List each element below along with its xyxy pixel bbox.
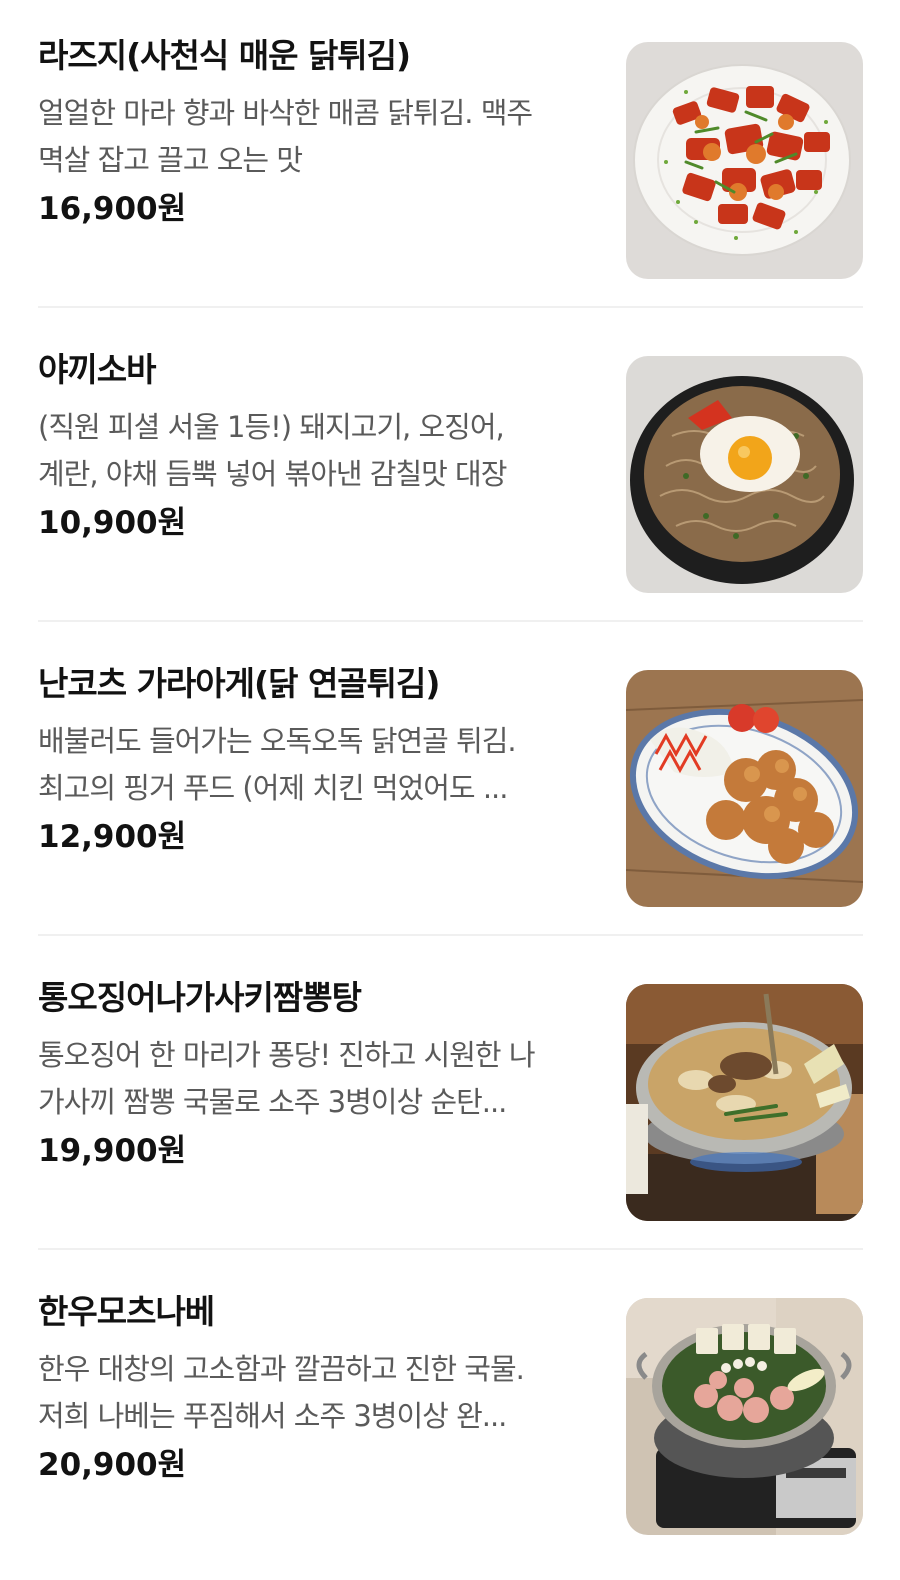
description-line: 통오징어 한 마리가 퐁당! 진하고 시원한 나 <box>38 1038 536 1072</box>
menu-item-name: 난코츠 가라아게(닭 연골튀김) <box>38 664 440 703</box>
yakisoba-photo[interactable] <box>626 356 863 593</box>
jjamppong-pot-photo-icon <box>626 984 863 1221</box>
motsunabe-pot-photo[interactable] <box>626 1298 863 1535</box>
spicy-chicken-photo[interactable] <box>626 42 863 279</box>
description-line: 계란, 야채 듬뿍 넣어 볶아낸 감칠맛 대장 <box>38 457 507 491</box>
description-line: (직원 피셜 서울 1등!) 돼지고기, 오징어, <box>38 410 505 444</box>
divider <box>38 620 863 622</box>
divider <box>38 306 863 308</box>
menu-item-description: (직원 피셜 서울 1등!) 돼지고기, 오징어, 계란, 야채 듬뿍 넣어 볶… <box>38 404 598 498</box>
menu-item[interactable]: 야끼소바 (직원 피셜 서울 1등!) 돼지고기, 오징어, 계란, 야채 듬뿍… <box>0 324 900 638</box>
description-line: 가사끼 짬뽕 국물로 소주 3병이상 순탄... <box>38 1085 507 1119</box>
menu-item-text: 라즈지(사천식 매운 닭튀김) 얼얼한 마라 향과 바삭한 매콤 닭튀김. 맥주… <box>38 32 598 232</box>
menu-item-description: 한우 대창의 고소함과 깔끔하고 진한 국물. 저희 나베는 푸짐해서 소주 3… <box>38 1346 598 1440</box>
menu-item-description: 통오징어 한 마리가 퐁당! 진하고 시원한 나 가사끼 짬뽕 국물로 소주 3… <box>38 1032 598 1126</box>
description-line: 배불러도 들어가는 오독오독 닭연골 튀김. <box>38 724 517 758</box>
karaage-photo-icon <box>626 670 863 907</box>
menu-item-price: 10,900원 <box>38 505 187 541</box>
menu-item-price: 16,900원 <box>38 191 187 227</box>
menu-item[interactable]: 통오징어나가사키짬뽕탕 통오징어 한 마리가 퐁당! 진하고 시원한 나 가사끼… <box>0 952 900 1266</box>
description-line: 저희 나베는 푸짐해서 소주 3병이상 완... <box>38 1399 507 1433</box>
menu-list: 라즈지(사천식 매운 닭튀김) 얼얼한 마라 향과 바삭한 매콤 닭튀김. 맥주… <box>0 0 900 1545</box>
menu-item-name: 한우모츠나베 <box>38 1292 215 1331</box>
description-line: 멱살 잡고 끌고 오는 맛 <box>38 143 303 177</box>
menu-item-name: 야끼소바 <box>38 350 156 389</box>
description-line: 최고의 핑거 푸드 (어제 치킨 먹었어도 ... <box>38 771 508 805</box>
menu-item-description: 얼얼한 마라 향과 바삭한 매콤 닭튀김. 맥주 멱살 잡고 끌고 오는 맛 <box>38 90 598 184</box>
menu-item-description: 배불러도 들어가는 오독오독 닭연골 튀김. 최고의 핑거 푸드 (어제 치킨 … <box>38 718 598 812</box>
menu-item[interactable]: 난코츠 가라아게(닭 연골튀김) 배불러도 들어가는 오독오독 닭연골 튀김. … <box>0 638 900 952</box>
description-line: 얼얼한 마라 향과 바삭한 매콤 닭튀김. 맥주 <box>38 96 533 130</box>
menu-item-price: 19,900원 <box>38 1133 187 1169</box>
menu-item-text: 난코츠 가라아게(닭 연골튀김) 배불러도 들어가는 오독오독 닭연골 튀김. … <box>38 660 598 860</box>
divider <box>38 1248 863 1250</box>
menu-item-text: 야끼소바 (직원 피셜 서울 1등!) 돼지고기, 오징어, 계란, 야채 듬뿍… <box>38 346 598 546</box>
jjamppong-pot-photo[interactable] <box>626 984 863 1221</box>
description-line: 한우 대창의 고소함과 깔끔하고 진한 국물. <box>38 1352 525 1386</box>
menu-item-name: 라즈지(사천식 매운 닭튀김) <box>38 36 411 75</box>
motsunabe-pot-photo-icon <box>626 1298 863 1535</box>
menu-item-text: 한우모츠나베 한우 대창의 고소함과 깔끔하고 진한 국물. 저희 나베는 푸짐… <box>38 1288 598 1488</box>
spicy-chicken-photo-icon <box>626 42 863 279</box>
yakisoba-photo-icon <box>626 356 863 593</box>
menu-item[interactable]: 한우모츠나베 한우 대창의 고소함과 깔끔하고 진한 국물. 저희 나베는 푸짐… <box>0 1266 900 1580</box>
karaage-photo[interactable] <box>626 670 863 907</box>
menu-item-text: 통오징어나가사키짬뽕탕 통오징어 한 마리가 퐁당! 진하고 시원한 나 가사끼… <box>38 974 598 1174</box>
menu-item-price: 12,900원 <box>38 819 187 855</box>
divider <box>38 934 863 936</box>
menu-item-price: 20,900원 <box>38 1447 187 1483</box>
menu-item[interactable]: 라즈지(사천식 매운 닭튀김) 얼얼한 마라 향과 바삭한 매콤 닭튀김. 맥주… <box>0 10 900 324</box>
menu-item-name: 통오징어나가사키짬뽕탕 <box>38 978 362 1017</box>
